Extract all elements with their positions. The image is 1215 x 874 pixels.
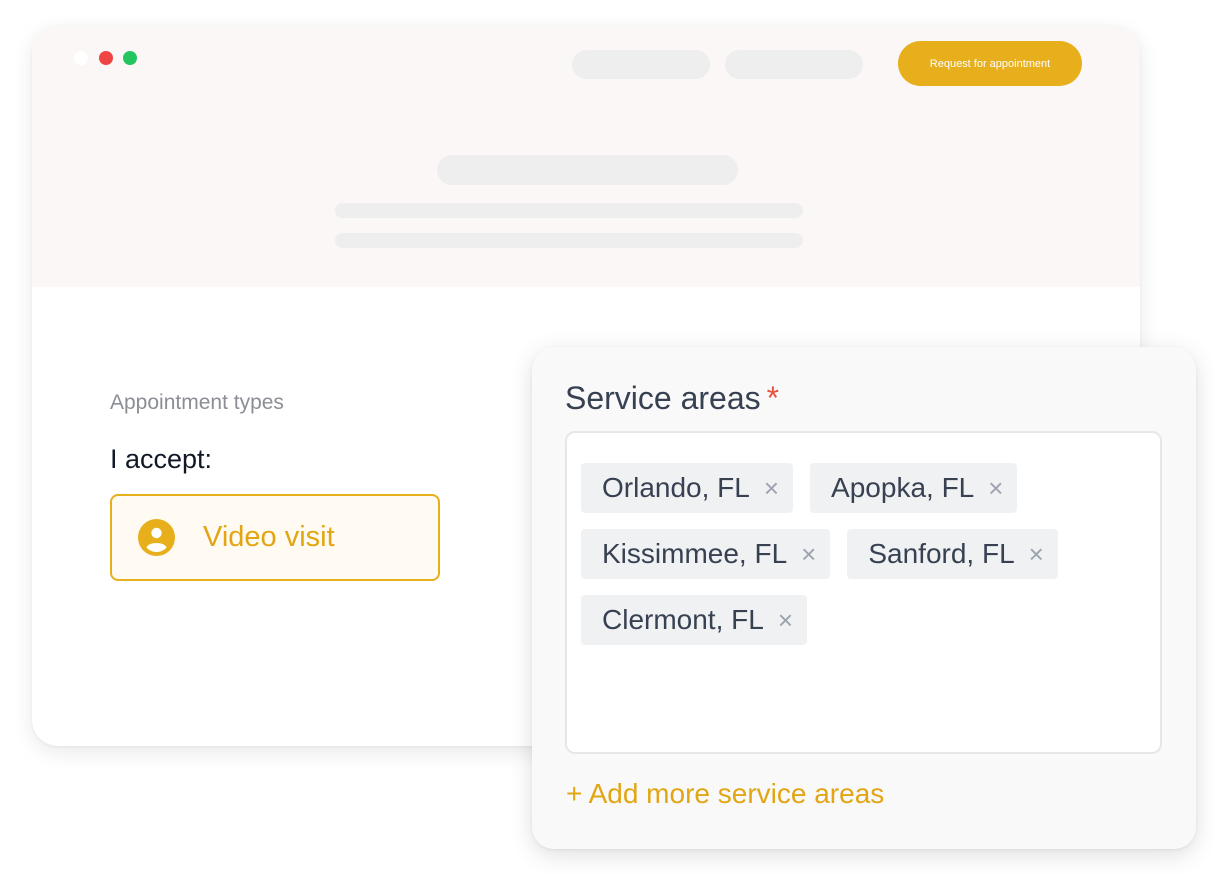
service-area-chip: Clermont, FL × [581, 595, 808, 645]
chip-label: Orlando, FL [602, 472, 750, 503]
service-area-chip: Kissimmee, FL × [581, 529, 831, 579]
remove-icon[interactable]: × [1029, 541, 1044, 567]
hero-text-placeholder-2 [335, 233, 803, 248]
service-area-chip: Orlando, FL × [581, 463, 794, 513]
chip-label: Kissimmee, FL [602, 538, 788, 569]
required-asterisk: * [766, 380, 780, 416]
hero-text-placeholder-1 [335, 203, 803, 218]
hero-title-placeholder [437, 155, 738, 185]
video-visit-label: Video visit [203, 521, 335, 553]
accept-label: I accept: [110, 444, 213, 474]
window-dot-white [74, 51, 88, 65]
service-areas-title: Service areas * [565, 380, 779, 417]
service-areas-input[interactable]: Orlando, FL × Apopka, FL × Kissimmee, FL… [565, 431, 1162, 754]
nav-placeholder-2 [725, 50, 863, 79]
chip-label: Clermont, FL [602, 604, 764, 635]
service-area-chip: Sanford, FL × [847, 529, 1058, 579]
nav-placeholder-1 [572, 50, 710, 79]
add-service-areas-link[interactable]: + Add more service areas [566, 778, 884, 810]
chip-label: Apopka, FL [831, 472, 975, 503]
video-visit-option[interactable]: Video visit [110, 494, 440, 581]
service-areas-panel: Service areas * Orlando, FL × Apopka, FL … [532, 347, 1196, 849]
remove-icon[interactable]: × [764, 475, 779, 501]
window-close-dot[interactable] [99, 51, 113, 65]
remove-icon[interactable]: × [801, 541, 816, 567]
request-appointment-button[interactable]: Request for appointment [898, 41, 1082, 86]
remove-icon[interactable]: × [778, 607, 793, 633]
service-area-chip-list: Orlando, FL × Apopka, FL × Kissimmee, FL… [581, 463, 1151, 645]
chip-label: Sanford, FL [868, 538, 1015, 569]
appointment-types-label: Appointment types [110, 391, 284, 414]
hero-section: Request for appointment [32, 26, 1140, 287]
window-maximize-dot[interactable] [123, 51, 137, 65]
remove-icon[interactable]: × [988, 475, 1003, 501]
service-area-chip: Apopka, FL × [810, 463, 1018, 513]
service-areas-title-text: Service areas [565, 380, 761, 416]
user-circle-icon [138, 519, 175, 556]
